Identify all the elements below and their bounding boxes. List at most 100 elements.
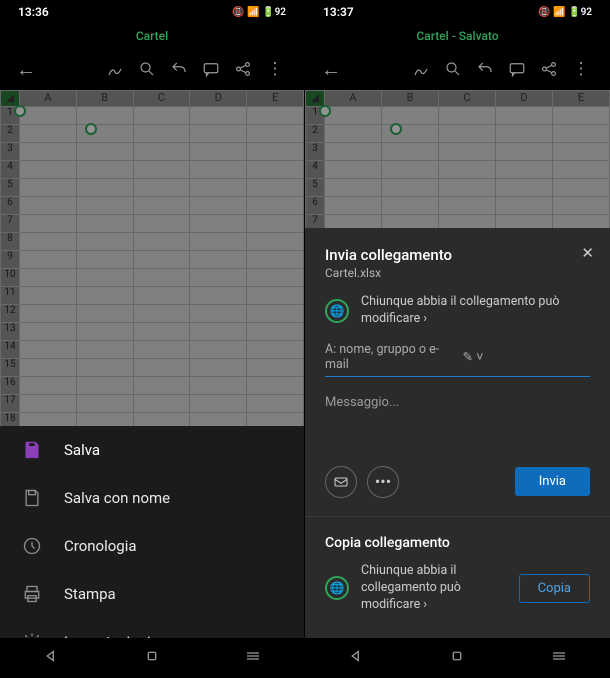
cell[interactable] <box>19 161 76 179</box>
cell[interactable] <box>382 143 439 161</box>
cell[interactable] <box>553 125 610 143</box>
row-header[interactable]: 16 <box>1 377 20 395</box>
cell[interactable] <box>247 395 304 413</box>
cell[interactable] <box>76 395 133 413</box>
cell[interactable] <box>190 251 247 269</box>
cell[interactable] <box>553 143 610 161</box>
menu-print[interactable]: Stampa <box>0 570 304 618</box>
cell[interactable] <box>439 125 496 143</box>
row-header[interactable]: 14 <box>1 341 20 359</box>
row-header[interactable]: 10 <box>1 269 20 287</box>
cell[interactable] <box>190 143 247 161</box>
column-header[interactable]: B <box>382 91 439 107</box>
cell[interactable] <box>133 341 190 359</box>
row-header[interactable]: 3 <box>306 143 325 161</box>
column-header[interactable]: E <box>247 91 304 107</box>
comment-icon[interactable] <box>502 54 532 84</box>
cell[interactable] <box>247 179 304 197</box>
more-icon[interactable]: ⋮ <box>260 54 290 84</box>
cell[interactable] <box>190 197 247 215</box>
select-all-cell[interactable]: ◢ <box>306 91 325 107</box>
cell[interactable] <box>19 359 76 377</box>
row-header[interactable]: 6 <box>1 197 20 215</box>
row-header[interactable]: 2 <box>1 125 20 143</box>
search-icon[interactable] <box>438 54 468 84</box>
cell[interactable] <box>190 287 247 305</box>
cell[interactable] <box>190 359 247 377</box>
cell[interactable] <box>19 305 76 323</box>
cell[interactable] <box>19 377 76 395</box>
undo-icon[interactable] <box>164 54 194 84</box>
cell[interactable] <box>19 395 76 413</box>
row-header[interactable]: 11 <box>1 287 20 305</box>
column-header[interactable]: B <box>76 91 133 107</box>
column-header[interactable]: A <box>19 91 76 107</box>
column-header[interactable]: C <box>133 91 190 107</box>
cell[interactable] <box>76 305 133 323</box>
cell[interactable] <box>247 305 304 323</box>
cell[interactable] <box>553 179 610 197</box>
back-button[interactable]: ← <box>14 53 38 86</box>
cell[interactable] <box>133 305 190 323</box>
row-header[interactable]: 4 <box>1 161 20 179</box>
cell[interactable] <box>190 269 247 287</box>
row-header[interactable]: 9 <box>1 251 20 269</box>
cell[interactable] <box>247 269 304 287</box>
row-header[interactable]: 15 <box>1 359 20 377</box>
cell[interactable] <box>190 377 247 395</box>
cell[interactable] <box>76 197 133 215</box>
cell[interactable] <box>76 269 133 287</box>
selection-handle-start[interactable] <box>14 105 26 117</box>
cell[interactable] <box>19 233 76 251</box>
cell[interactable] <box>496 125 553 143</box>
draw-icon[interactable] <box>406 54 436 84</box>
cell[interactable] <box>76 323 133 341</box>
more-icon[interactable]: ⋮ <box>566 54 596 84</box>
cell[interactable] <box>19 125 76 143</box>
cell[interactable] <box>133 107 190 125</box>
menu-save-as[interactable]: Salva con nome <box>0 474 304 522</box>
nav-home-icon[interactable] <box>143 647 161 669</box>
permission-row[interactable]: 🌐 Chiunque abbia il collegamento può mod… <box>325 294 590 328</box>
cell[interactable] <box>190 305 247 323</box>
cell[interactable] <box>19 251 76 269</box>
row-header[interactable]: 5 <box>306 179 325 197</box>
cell[interactable] <box>19 179 76 197</box>
row-header[interactable]: 2 <box>306 125 325 143</box>
cell[interactable] <box>247 197 304 215</box>
copy-permission-row[interactable]: 🌐 Chiunque abbia il collegamento può mod… <box>325 563 590 614</box>
row-header[interactable]: 5 <box>1 179 20 197</box>
cell[interactable] <box>496 179 553 197</box>
close-icon[interactable]: ✕ <box>581 244 594 262</box>
selection-handle-end[interactable] <box>85 123 97 135</box>
cell[interactable] <box>190 233 247 251</box>
nav-back-icon[interactable] <box>347 647 365 669</box>
cell[interactable] <box>439 143 496 161</box>
cell[interactable] <box>247 323 304 341</box>
cell[interactable] <box>19 143 76 161</box>
cell[interactable] <box>325 161 382 179</box>
cell[interactable] <box>553 161 610 179</box>
cell[interactable] <box>439 197 496 215</box>
cell[interactable] <box>133 179 190 197</box>
cell[interactable] <box>247 251 304 269</box>
cell[interactable] <box>247 125 304 143</box>
cell[interactable] <box>19 107 76 125</box>
cell[interactable] <box>247 287 304 305</box>
send-button[interactable]: Invia <box>515 467 590 496</box>
cell[interactable] <box>247 341 304 359</box>
back-button[interactable]: ← <box>319 53 343 86</box>
cell[interactable] <box>76 161 133 179</box>
cell[interactable] <box>133 197 190 215</box>
row-header[interactable]: 12 <box>1 305 20 323</box>
cell[interactable] <box>325 197 382 215</box>
menu-save[interactable]: Salva <box>0 426 304 474</box>
cell[interactable] <box>247 359 304 377</box>
copy-button[interactable]: Copia <box>519 574 590 603</box>
selection-handle-end[interactable] <box>390 123 402 135</box>
nav-recent-icon[interactable] <box>550 647 568 669</box>
cell[interactable] <box>76 107 133 125</box>
draw-icon[interactable] <box>100 54 130 84</box>
cell[interactable] <box>496 161 553 179</box>
cell[interactable] <box>247 233 304 251</box>
